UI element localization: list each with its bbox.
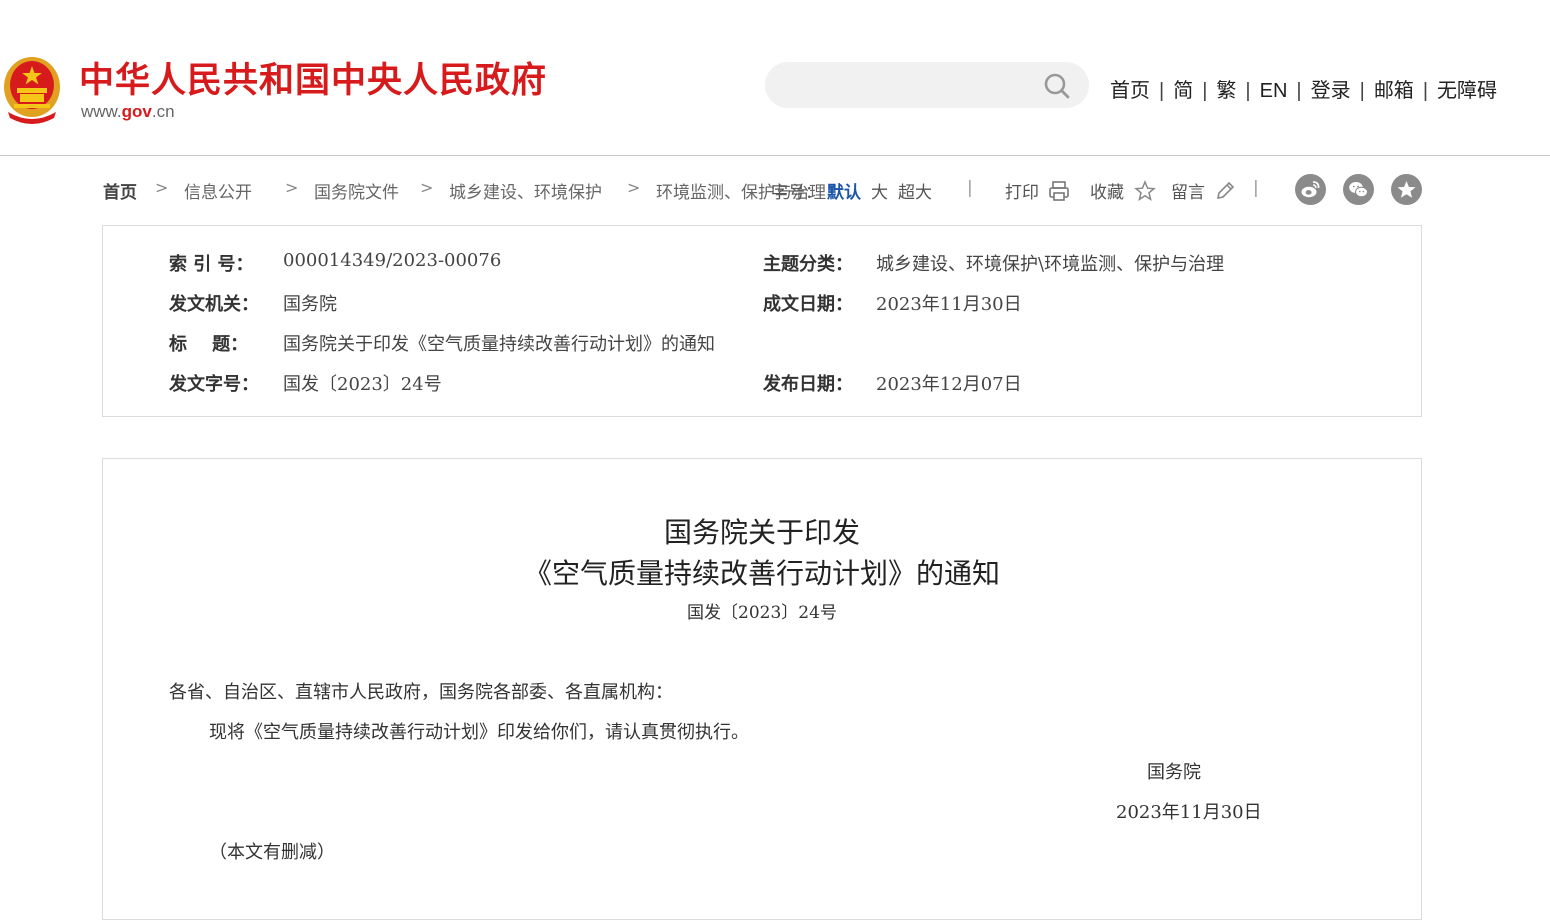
meta-written-date-label: 成文日期： <box>763 294 853 315</box>
print-button[interactable]: 打印 <box>1005 178 1039 203</box>
breadcrumb-separator: > <box>155 178 169 197</box>
star-icon[interactable] <box>1134 180 1156 202</box>
site-url-suffix: .cn <box>151 102 175 121</box>
meta-written-date-value: 2023年11月30日 <box>876 294 1022 315</box>
search-input[interactable] <box>785 70 1039 102</box>
meta-title-value: 国务院关于印发《空气质量持续改善行动计划》的通知 <box>283 334 715 355</box>
toolbar-divider: | <box>1253 178 1259 198</box>
nav-separator: | <box>1359 80 1365 102</box>
nav-traditional[interactable]: 繁 <box>1216 74 1236 103</box>
nav-separator: | <box>1422 80 1429 102</box>
share-wechat-button[interactable] <box>1343 174 1374 205</box>
site-url-accent: gov <box>121 102 152 121</box>
document-date: 2023年11月30日 <box>1116 802 1262 823</box>
share-weibo-button[interactable] <box>1295 174 1326 205</box>
site-url-prefix: www. <box>81 102 122 121</box>
meta-topic-value: 城乡建设、环境保护\环境监测、保护与治理 <box>876 254 1225 275</box>
font-size-label: 字号： <box>771 183 822 203</box>
nav-separator: | <box>1202 80 1208 102</box>
document-signature: 国务院 <box>1147 762 1201 783</box>
breadcrumb-info-disclosure[interactable]: 信息公开 <box>184 178 252 203</box>
breadcrumb-separator: > <box>285 178 299 197</box>
document-number: 国发〔2023〕24号 <box>687 603 837 623</box>
meta-issuer-label: 发文机关： <box>169 294 259 315</box>
breadcrumb-state-council-docs[interactable]: 国务院文件 <box>314 178 399 203</box>
nav-simplified[interactable]: 简 <box>1173 74 1193 103</box>
meta-topic-label: 主题分类： <box>763 254 853 275</box>
site-header: 中华人民共和国中央人民政府 www.gov.cn 首页 | 简 | 繁 | EN | 登录 | 邮箱… <box>0 0 1550 156</box>
meta-index-value: 000014349/2023-00076 <box>283 250 502 271</box>
comment-button[interactable]: 留言 <box>1171 178 1205 203</box>
meta-publish-date-label: 发布日期： <box>763 374 853 395</box>
site-url[interactable]: www.gov.cn <box>81 102 175 122</box>
nav-separator: | <box>1159 80 1165 102</box>
weibo-icon <box>1301 181 1320 198</box>
xuexi-star-icon <box>1397 181 1416 198</box>
document-salutation: 各省、自治区、直辖市人民政府，国务院各部委、各直属机构： <box>169 682 673 703</box>
document-note: （本文有删减） <box>209 842 335 863</box>
breadcrumb-separator: > <box>420 178 434 197</box>
breadcrumb-toolbar: 首页 > 信息公开 > 国务院文件 > 城乡建设、环境保护 > 环境监测、保护与… <box>103 174 1423 206</box>
favorite-button[interactable]: 收藏 <box>1090 178 1124 203</box>
nav-accessibility[interactable]: 无障碍 <box>1437 74 1497 103</box>
site-title[interactable]: 中华人民共和国中央人民政府 <box>79 52 547 103</box>
top-nav: 首页 | 简 | 繁 | EN | 登录 | 邮箱 | 无障碍 <box>1110 74 1497 103</box>
breadcrumb-separator: > <box>627 178 641 197</box>
document-content: 国务院关于印发 《空气质量持续改善行动计划》的通知 国发〔2023〕24号 各省… <box>102 458 1422 920</box>
national-emblem-icon[interactable] <box>2 54 62 124</box>
toolbar-divider: | <box>967 178 973 198</box>
breadcrumb-urban-env[interactable]: 城乡建设、环境保护 <box>449 178 602 203</box>
font-size-extra-large[interactable]: 超大 <box>898 178 932 203</box>
document-title-line-2: 《空气质量持续改善行动计划》的通知 <box>523 557 1000 590</box>
meta-index-label: 索 引 号： <box>169 254 254 275</box>
meta-doc-no-label: 发文字号： <box>169 374 259 395</box>
meta-publish-date-value: 2023年12月07日 <box>876 374 1022 395</box>
font-size-large[interactable]: 大 <box>871 178 888 203</box>
nav-separator: | <box>1296 80 1302 102</box>
nav-mailbox[interactable]: 邮箱 <box>1374 74 1414 103</box>
nav-login[interactable]: 登录 <box>1311 74 1351 103</box>
search-icon[interactable] <box>1043 72 1071 100</box>
nav-english[interactable]: EN <box>1260 80 1288 103</box>
nav-separator: | <box>1245 80 1251 102</box>
font-size-default[interactable]: 默认 <box>827 178 861 203</box>
breadcrumb-home[interactable]: 首页 <box>103 178 137 203</box>
share-xuexi-button[interactable] <box>1391 174 1422 205</box>
meta-doc-no-value: 国发〔2023〕24号 <box>283 374 442 395</box>
pencil-icon[interactable] <box>1214 180 1236 202</box>
wechat-icon <box>1349 182 1368 198</box>
meta-title-label: 标 题： <box>169 334 249 355</box>
document-body-paragraph: 现将《空气质量持续改善行动计划》印发给你们，请认真贯彻执行。 <box>209 722 749 743</box>
meta-issuer-value: 国务院 <box>283 294 337 315</box>
nav-home[interactable]: 首页 <box>1110 74 1150 103</box>
search-box <box>765 62 1089 108</box>
document-meta-box: 索 引 号： 000014349/2023-00076 主题分类： 城乡建设、环… <box>102 225 1422 417</box>
document-title-line-1: 国务院关于印发 <box>663 516 860 549</box>
printer-icon[interactable] <box>1048 180 1070 202</box>
